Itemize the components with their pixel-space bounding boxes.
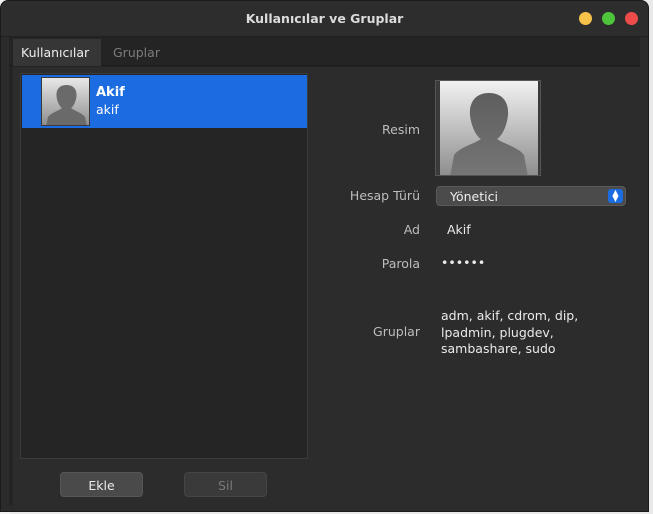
users-and-groups-window: Kullanıcılar ve Gruplar Kullanıcılar Gru…	[0, 0, 649, 512]
remove-user-button[interactable]: Sil	[184, 472, 267, 497]
minimize-button[interactable]	[579, 12, 592, 25]
name-label: Ad	[403, 222, 420, 237]
person-silhouette-icon	[41, 77, 90, 126]
users-panel: Akif akif Ekle Sil Resim Hesap Türü Yöne…	[13, 67, 640, 505]
account-type-value: Yönetici	[450, 189, 498, 204]
tab-bar: Kullanıcılar Gruplar	[9, 39, 640, 66]
chevron-up-down-icon: ▲ ▼	[608, 189, 623, 203]
maximize-button[interactable]	[602, 12, 615, 25]
groups-value[interactable]: adm, akif, cdrom, dip, lpadmin, plugdev,…	[441, 308, 591, 358]
window-content: Kullanıcılar Gruplar Akif akif Ekle Sil …	[9, 37, 640, 505]
password-label: Parola	[381, 256, 420, 271]
tab-groups[interactable]: Gruplar	[105, 39, 168, 66]
user-login-name: akif	[96, 102, 119, 117]
groups-label: Gruplar	[373, 324, 420, 339]
password-value[interactable]: ••••••	[441, 255, 485, 270]
person-silhouette-icon[interactable]	[435, 80, 541, 176]
picture-label: Resim	[382, 122, 420, 137]
titlebar[interactable]: Kullanıcılar ve Gruplar	[1, 1, 648, 37]
tab-users[interactable]: Kullanıcılar	[13, 39, 101, 66]
window-title: Kullanıcılar ve Gruplar	[245, 11, 404, 26]
account-type-label: Hesap Türü	[349, 188, 420, 203]
user-display-name: Akif	[96, 85, 125, 100]
close-button[interactable]	[625, 12, 638, 25]
user-list-item[interactable]: Akif akif	[22, 75, 307, 128]
name-value[interactable]: Akif	[447, 222, 471, 237]
user-list[interactable]: Akif akif	[20, 73, 308, 459]
account-type-select[interactable]: Yönetici ▲ ▼	[436, 186, 626, 206]
add-user-button[interactable]: Ekle	[60, 472, 143, 497]
